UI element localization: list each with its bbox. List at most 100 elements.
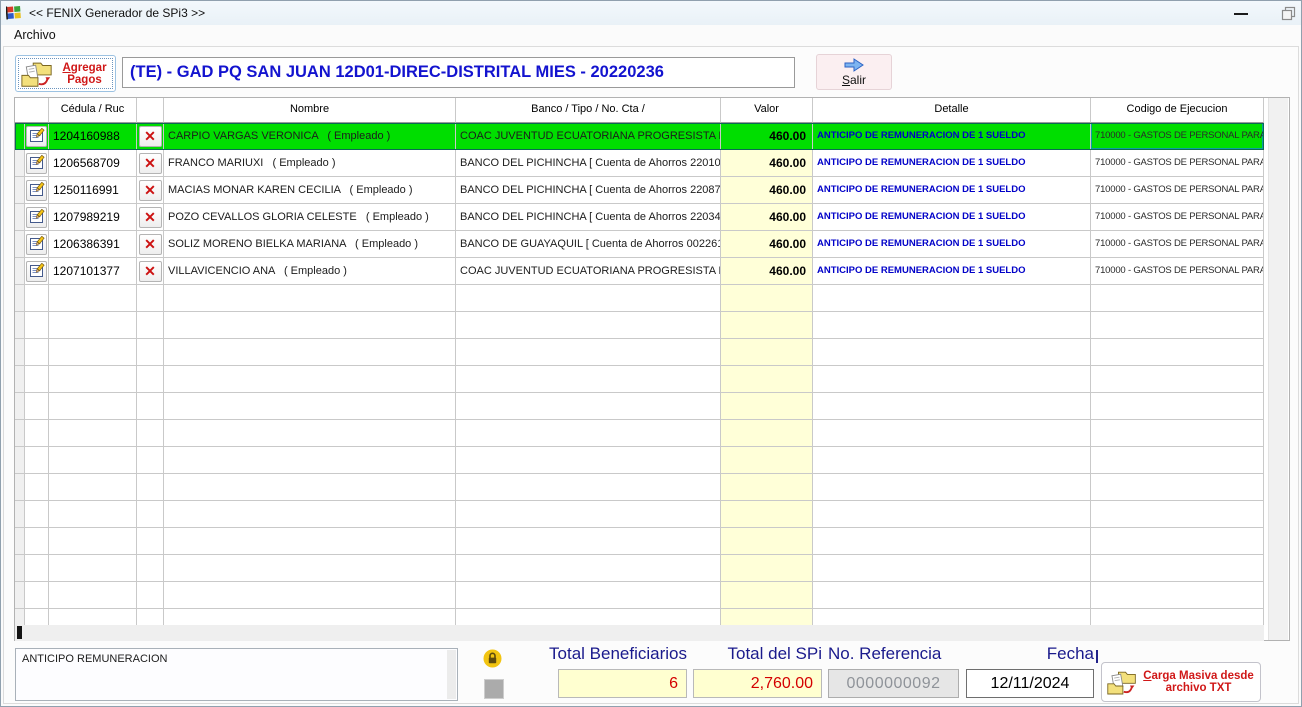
codigo-cell: 710000 - GASTOS DE PERSONAL PARA INVERSI	[1091, 231, 1264, 258]
detalle-cell	[813, 366, 1091, 393]
cedula-cell	[49, 312, 137, 339]
menu-archivo[interactable]: Archivo	[10, 27, 60, 43]
nombre-cell	[164, 393, 456, 420]
delete-cell	[137, 420, 164, 447]
table-row[interactable]: 1207989219✕POZO CEVALLOS GLORIA CELESTE …	[15, 204, 1264, 231]
nombre-cell: VILLAVICENCIO ANA ( Empleado )	[164, 258, 456, 285]
total-beneficiarios-label: Total Beneficiarios	[501, 644, 687, 664]
nota-text: ANTICIPO REMUNERACION	[22, 653, 167, 665]
nombre-cell: SOLIZ MORENO BIELKA MARIANA ( Empleado )	[164, 231, 456, 258]
edit-row-button[interactable]	[26, 180, 47, 201]
delete-cell	[137, 393, 164, 420]
banco-cell: COAC JUVENTUD ECUATORIANA PROGRESISTA LT…	[456, 258, 721, 285]
header-cedula[interactable]: Cédula / Ruc	[49, 98, 137, 123]
delete-row-button[interactable]: ✕	[139, 180, 162, 201]
nombre-cell	[164, 366, 456, 393]
referencia-label: No. Referencia	[828, 644, 959, 664]
edit-cell	[25, 393, 49, 420]
table-row-empty	[15, 285, 1264, 312]
delete-row-button[interactable]: ✕	[139, 207, 162, 228]
header-banco[interactable]: Banco / Tipo / No. Cta /	[456, 98, 721, 123]
edit-cell	[25, 339, 49, 366]
cedula-cell	[49, 393, 137, 420]
header-detalle[interactable]: Detalle	[813, 98, 1091, 123]
delete-row-button[interactable]: ✕	[139, 261, 162, 282]
table-row[interactable]: 1204160988✕CARPIO VARGAS VERONICA ( Empl…	[15, 123, 1264, 150]
edit-record-icon	[29, 182, 45, 198]
table-row-empty	[15, 366, 1264, 393]
delete-cell	[137, 609, 164, 625]
caret-line	[1096, 650, 1098, 663]
total-beneficiarios-field: 6	[558, 669, 687, 698]
fecha-field[interactable]: 12/11/2024	[966, 669, 1094, 698]
delete-row-button[interactable]: ✕	[139, 153, 162, 174]
table-row[interactable]: 1206386391✕SOLIZ MORENO BIELKA MARIANA (…	[15, 231, 1264, 258]
cedula-cell	[49, 555, 137, 582]
vertical-scrollbar[interactable]	[1268, 98, 1288, 640]
edit-row-button[interactable]	[26, 126, 47, 147]
codigo-cell	[1091, 609, 1264, 625]
table-row[interactable]: 1250116991✕MACIAS MONAR KAREN CECILIA ( …	[15, 177, 1264, 204]
codigo-cell	[1091, 501, 1264, 528]
table-row[interactable]: 1206568709✕FRANCO MARIUXI ( Empleado )BA…	[15, 150, 1264, 177]
restore-button[interactable]	[1281, 6, 1296, 21]
codigo-cell	[1091, 420, 1264, 447]
table-row[interactable]: 1207101377✕VILLAVICENCIO ANA ( Empleado …	[15, 258, 1264, 285]
carga-masiva-button[interactable]: Carga Masiva desde archivo TXT	[1101, 662, 1261, 702]
window-title: << FENIX Generador de SPi3 >>	[29, 1, 205, 25]
salir-label: Salir	[842, 73, 866, 87]
header-valor[interactable]: Valor	[721, 98, 813, 123]
codigo-cell	[1091, 285, 1264, 312]
table-row-empty	[15, 528, 1264, 555]
edit-cell	[25, 582, 49, 609]
horizontal-scrollbar-thumb[interactable]	[17, 626, 22, 639]
delete-cell: ✕	[137, 150, 164, 177]
codigo-cell: 710000 - GASTOS DE PERSONAL PARA INVERSI	[1091, 123, 1264, 150]
codigo-cell	[1091, 528, 1264, 555]
detalle-cell	[813, 447, 1091, 474]
banco-cell	[456, 285, 721, 312]
nota-scrollbar[interactable]	[447, 650, 456, 699]
edit-cell	[25, 501, 49, 528]
salir-button[interactable]: Salir	[816, 54, 892, 90]
gray-indicator-box[interactable]	[484, 679, 504, 699]
banco-cell	[456, 528, 721, 555]
nota-textarea[interactable]: ANTICIPO REMUNERACION	[15, 648, 458, 701]
codigo-cell: 710000 - GASTOS DE PERSONAL PARA INVERSI	[1091, 204, 1264, 231]
edit-cell	[25, 123, 49, 150]
header-codigo[interactable]: Codigo de Ejecucion	[1091, 98, 1264, 123]
cedula-cell: 1204160988	[49, 123, 137, 150]
banco-cell	[456, 474, 721, 501]
valor-cell	[721, 393, 813, 420]
cedula-cell	[49, 474, 137, 501]
row-selector	[15, 474, 25, 501]
edit-record-icon	[29, 236, 45, 252]
row-selector	[15, 312, 25, 339]
banco-cell: COAC JUVENTUD ECUATORIANA PROGRESISTA LT…	[456, 123, 721, 150]
banco-cell	[456, 501, 721, 528]
codigo-cell	[1091, 474, 1264, 501]
banco-cell	[456, 609, 721, 625]
nombre-cell	[164, 609, 456, 625]
row-selector	[15, 582, 25, 609]
delete-cell	[137, 474, 164, 501]
entity-title-text: (TE) - GAD PQ SAN JUAN 12D01-DIREC-DISTR…	[123, 58, 794, 87]
header-nombre[interactable]: Nombre	[164, 98, 456, 123]
delete-cell	[137, 447, 164, 474]
delete-row-button[interactable]: ✕	[139, 234, 162, 255]
valor-cell	[721, 366, 813, 393]
agregar-pagos-button[interactable]: Agregar Pagos	[15, 55, 116, 92]
header-delete-spacer	[137, 98, 164, 123]
cedula-cell: 1206386391	[49, 231, 137, 258]
total-spi-label: Total del SPi	[661, 644, 822, 664]
edit-row-button[interactable]	[26, 261, 47, 282]
edit-row-button[interactable]	[26, 153, 47, 174]
valor-cell	[721, 528, 813, 555]
edit-row-button[interactable]	[26, 207, 47, 228]
entity-title-field[interactable]: (TE) - GAD PQ SAN JUAN 12D01-DIREC-DISTR…	[122, 57, 795, 88]
edit-row-button[interactable]	[26, 234, 47, 255]
horizontal-scrollbar[interactable]	[15, 625, 1264, 641]
delete-row-button[interactable]: ✕	[139, 126, 162, 147]
nombre-cell	[164, 474, 456, 501]
minimize-button[interactable]	[1234, 13, 1248, 15]
